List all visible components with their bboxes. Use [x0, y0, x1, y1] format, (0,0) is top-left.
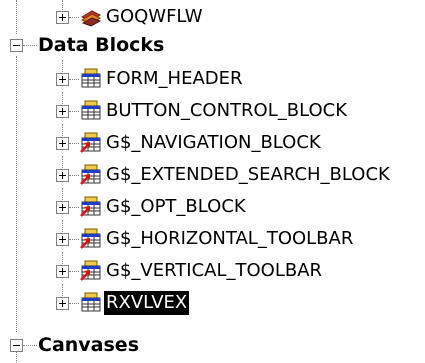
- tree-line: [62, 252, 63, 266]
- tree-line: [62, 92, 63, 106]
- tree-line: [69, 143, 79, 144]
- expand-toggle-form-header[interactable]: [56, 73, 69, 86]
- object-navigator-tree: GOQWFLW Data Blocks FORM_HEADER BUTTON_C…: [0, 0, 425, 363]
- tree-line: [69, 239, 79, 240]
- tree-node-goqwflw[interactable]: GOQWFLW: [104, 5, 205, 29]
- tree-node-form-header[interactable]: FORM_HEADER: [104, 67, 245, 91]
- tree-line: [62, 156, 63, 170]
- data-block-icon: [81, 292, 101, 312]
- tree-line: [62, 284, 63, 298]
- subclassed-data-block-icon: [80, 164, 101, 185]
- subclassed-data-block-icon: [80, 196, 101, 217]
- tree-node-button-control-block[interactable]: BUTTON_CONTROL_BLOCK: [104, 99, 349, 123]
- tree-node-g-navigation-block[interactable]: G$_NAVIGATION_BLOCK: [104, 131, 323, 155]
- tree-line: [69, 207, 79, 208]
- tree-line: [69, 111, 79, 112]
- tree-node-rxvlvex[interactable]: RXVLVEX: [104, 291, 190, 315]
- tree-line: [23, 345, 37, 346]
- tree-node-g-vertical-toolbar[interactable]: G$_VERTICAL_TOOLBAR: [104, 259, 324, 283]
- data-block-icon: [81, 100, 101, 120]
- library-books-icon: [80, 10, 102, 27]
- subclassed-data-block-icon: [80, 260, 101, 281]
- tree-line: [62, 220, 63, 234]
- tree-line: [62, 60, 63, 74]
- expand-toggle-g-extended-search-block[interactable]: [56, 169, 69, 182]
- tree-line: [16, 56, 17, 332]
- subclassed-data-block-icon: [80, 132, 101, 153]
- expand-toggle-g-horizontal-toolbar[interactable]: [56, 233, 69, 246]
- tree-node-g-horizontal-toolbar[interactable]: G$_HORIZONTAL_TOOLBAR: [104, 227, 355, 251]
- tree-node-g-opt-block[interactable]: G$_OPT_BLOCK: [104, 195, 248, 219]
- tree-line: [69, 175, 79, 176]
- expand-toggle-g-opt-block[interactable]: [56, 201, 69, 214]
- tree-node-g-extended-search-block[interactable]: G$_EXTENDED_SEARCH_BLOCK: [104, 163, 392, 187]
- tree-line: [69, 17, 79, 18]
- expand-toggle-button-control-block[interactable]: [56, 105, 69, 118]
- subclassed-data-block-icon: [80, 228, 101, 249]
- tree-node-data-blocks[interactable]: Data Blocks: [36, 33, 166, 57]
- tree-line: [16, 0, 17, 34]
- tree-line: [16, 352, 17, 363]
- data-block-icon: [81, 68, 101, 88]
- tree-line: [69, 79, 79, 80]
- collapse-toggle-canvases[interactable]: [10, 339, 23, 352]
- expand-toggle-g-vertical-toolbar[interactable]: [56, 265, 69, 278]
- tree-line: [69, 303, 79, 304]
- collapse-toggle-data-blocks[interactable]: [10, 39, 23, 52]
- tree-line: [62, 124, 63, 138]
- tree-node-canvases[interactable]: Canvases: [36, 333, 141, 357]
- expand-toggle-goqwflw[interactable]: [56, 11, 69, 24]
- tree-line: [62, 188, 63, 202]
- tree-line: [69, 271, 79, 272]
- expand-toggle-rxvlvex[interactable]: [56, 297, 69, 310]
- expand-toggle-g-navigation-block[interactable]: [56, 137, 69, 150]
- tree-line: [23, 45, 37, 46]
